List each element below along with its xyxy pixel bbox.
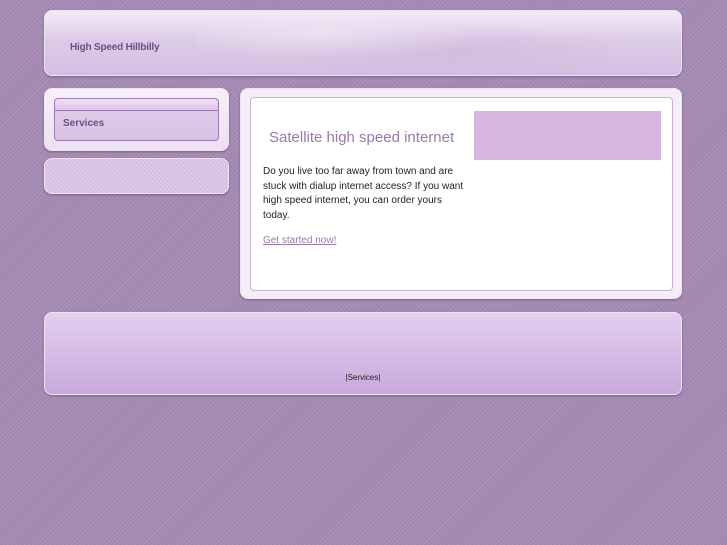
nav-menu-header <box>55 99 218 111</box>
nav-panel: Services <box>44 88 229 151</box>
footer-separator: | <box>378 373 381 382</box>
main-content-panel: Satellite high speed internet Do you liv… <box>240 88 682 299</box>
site-footer: |Services| <box>44 312 682 395</box>
nav-item-services[interactable]: Services <box>63 118 104 129</box>
intro-paragraph: Do you live too far away from town and a… <box>263 166 464 221</box>
sidebar-decoration-panel <box>44 158 229 194</box>
site-header: High Speed Hillbilly <box>44 10 682 76</box>
header-decoration <box>195 11 621 75</box>
nav-menu: Services <box>54 98 219 141</box>
page-heading: Satellite high speed internet <box>269 129 455 146</box>
content-image <box>474 111 661 160</box>
footer-link-services[interactable]: Services <box>348 373 379 382</box>
content-box: Satellite high speed internet Do you liv… <box>250 97 673 291</box>
get-started-link[interactable]: Get started now! <box>263 235 336 246</box>
footer-links: |Services| <box>45 373 681 382</box>
site-title[interactable]: High Speed Hillbilly <box>70 42 160 53</box>
